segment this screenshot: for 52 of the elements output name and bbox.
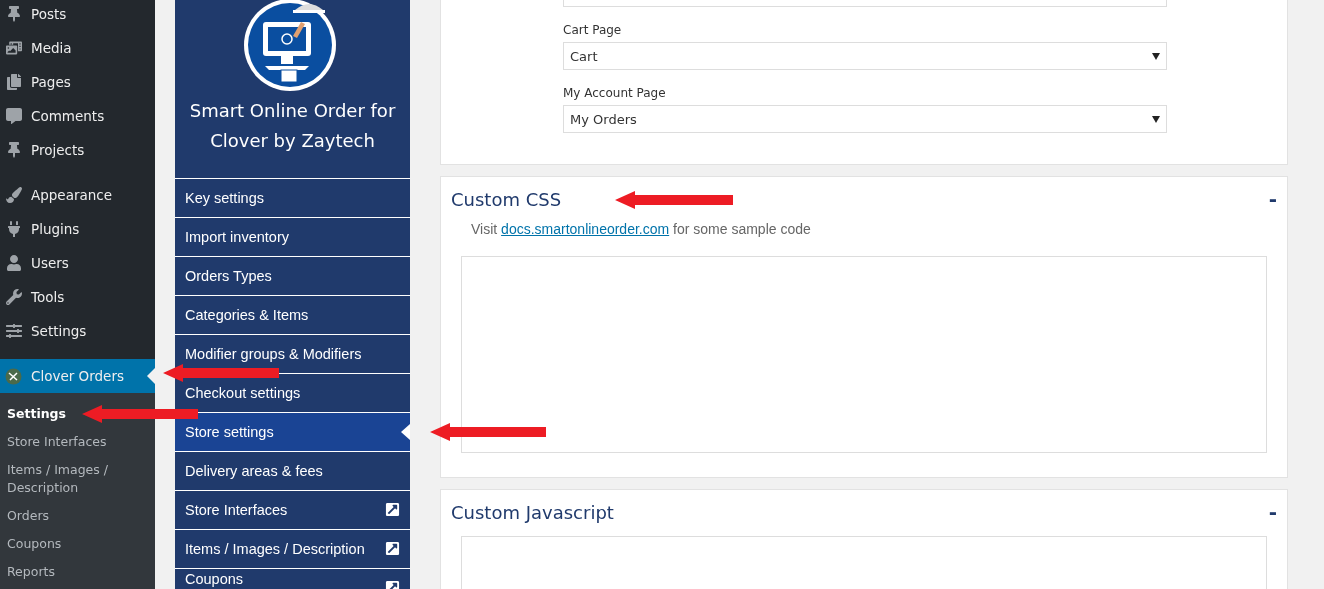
nav-item[interactable]: Store settings	[175, 412, 410, 451]
nav-item[interactable]: Delivery areas & fees	[175, 451, 410, 490]
submenu-item[interactable]: Settings	[0, 400, 73, 428]
menu-item[interactable]: Pages	[0, 65, 155, 99]
menu-item[interactable]: Comments	[0, 99, 155, 133]
section-title: Custom CSS	[451, 188, 562, 210]
collapse-toggle[interactable]: -	[1268, 187, 1277, 211]
nav-item[interactable]: Orders Types	[175, 256, 410, 295]
brush-icon	[5, 187, 22, 203]
nav-item[interactable]: Coupons	[175, 568, 410, 589]
section-title: Custom Javascript	[451, 501, 614, 523]
menu-item[interactable]: Settings	[0, 314, 155, 348]
menu-item[interactable]: Tools	[0, 280, 155, 314]
submenu-item[interactable]: Coupons	[0, 530, 69, 558]
nav-item[interactable]: Import inventory	[175, 217, 410, 256]
menu-item[interactable]: Users	[0, 246, 155, 280]
nav-item[interactable]: Store Interfaces	[175, 490, 410, 529]
field-label: Cart Page	[563, 23, 623, 37]
page-select[interactable]: Cart	[563, 42, 1167, 70]
media-icon	[5, 40, 22, 56]
docs-link[interactable]: docs.smartonlineorder.com	[501, 221, 670, 237]
caret-icon	[1152, 52, 1160, 60]
comment-icon	[5, 108, 22, 124]
submenu-item[interactable]: Items / Images / Description	[0, 456, 155, 502]
menu-item[interactable]: Appearance	[0, 178, 155, 212]
menu-item[interactable]: Plugins	[0, 212, 155, 246]
menu-item[interactable]: Media	[0, 31, 155, 65]
caret-icon	[1152, 115, 1160, 123]
pin-icon	[5, 6, 22, 22]
menu-item[interactable]: Projects	[0, 133, 155, 167]
user-icon	[5, 255, 22, 271]
submenu-item[interactable]: Store Interfaces	[0, 428, 114, 456]
plugin-title: Smart Online Order for Clover by Zaytech	[188, 99, 397, 153]
submenu-item[interactable]: Reports	[0, 558, 62, 586]
wrench-icon	[5, 289, 22, 305]
pages-icon	[5, 74, 22, 90]
menu-item[interactable]: Posts	[0, 0, 155, 31]
pin-icon	[5, 142, 22, 158]
submenu-item[interactable]: Orders	[0, 502, 57, 530]
menu-item[interactable]: Clover Orders	[0, 359, 155, 393]
external-link-icon	[385, 541, 400, 556]
external-link-icon	[385, 502, 400, 517]
page-select[interactable]: My Orders	[563, 105, 1167, 133]
sample-code-note: Visit docs.smartonlineorder.com for some sample code	[470, 220, 812, 237]
settings-icon	[5, 323, 22, 339]
plug-icon	[5, 221, 22, 237]
nav-item[interactable]: Items / Images / Description	[175, 529, 410, 568]
css-textarea[interactable]	[461, 256, 1267, 453]
collapse-toggle[interactable]: -	[1268, 500, 1277, 524]
nav-item[interactable]: Key settings	[175, 178, 410, 217]
nav-item[interactable]: Categories & Items	[175, 295, 410, 334]
field-label: My Account Page	[563, 86, 667, 100]
